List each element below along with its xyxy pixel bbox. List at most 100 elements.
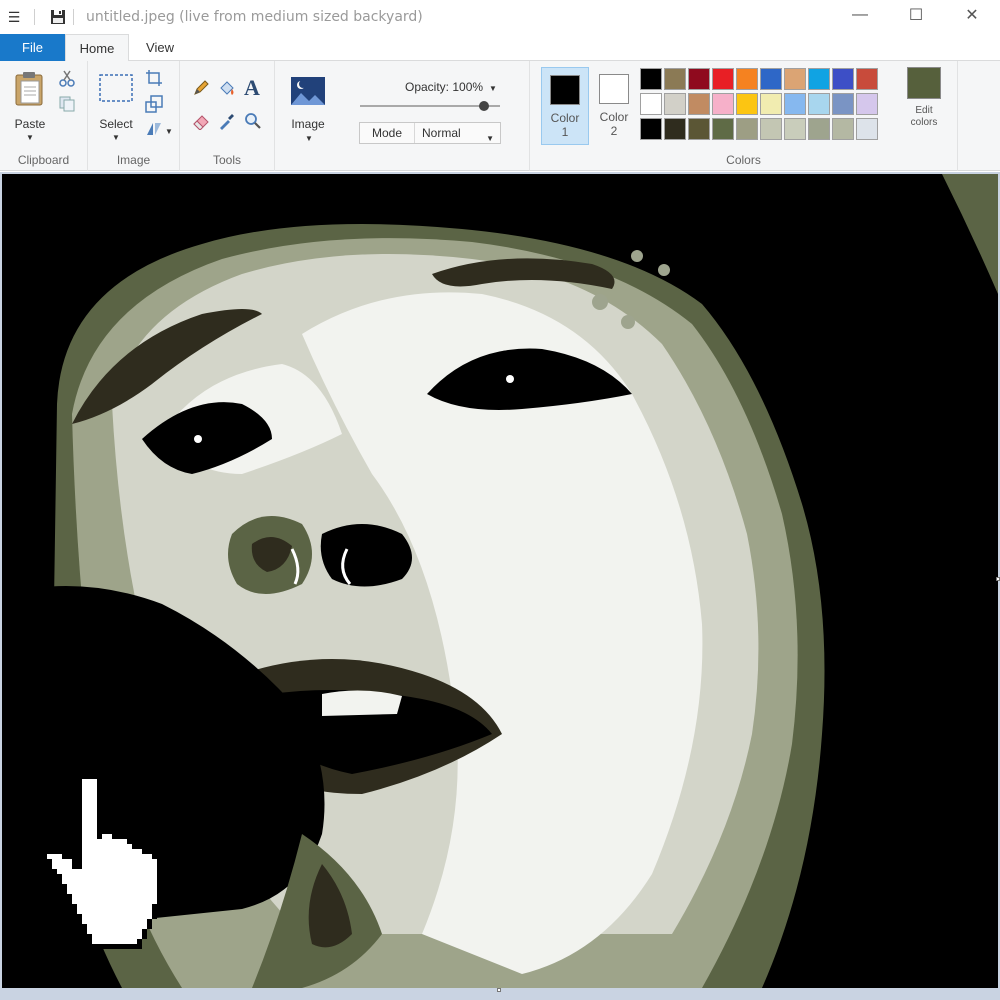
tools-group: A Tools xyxy=(180,61,275,171)
color-2-swatch xyxy=(599,74,629,104)
palette-swatch[interactable] xyxy=(808,93,830,115)
close-button[interactable]: ✕ xyxy=(944,0,1000,30)
eraser-icon[interactable] xyxy=(192,112,210,130)
title-bar: ☰ untitled.jpeg (live from medium sized … xyxy=(0,0,1000,34)
palette-swatch[interactable] xyxy=(664,93,686,115)
magnifier-icon[interactable] xyxy=(244,112,262,130)
maximize-button[interactable]: ☐ xyxy=(888,0,944,30)
title-separator xyxy=(73,9,74,25)
palette-swatch[interactable] xyxy=(832,93,854,115)
palette-swatch[interactable] xyxy=(832,118,854,140)
blend-mode-select[interactable]: Mode Normal ▼ xyxy=(359,122,501,144)
color-1-button[interactable]: Color 1 xyxy=(541,67,589,145)
colors-group-label: Colors xyxy=(726,153,761,167)
tab-view[interactable]: View xyxy=(131,34,189,61)
palette-swatch[interactable] xyxy=(808,68,830,90)
chevron-down-icon: ▼ xyxy=(26,133,34,142)
color-1-number: 1 xyxy=(561,125,569,139)
palette-swatch[interactable] xyxy=(760,68,782,90)
opacity-label: Opacity: 100% xyxy=(405,80,484,94)
image-button-label: Image xyxy=(291,117,325,131)
chevron-down-icon[interactable]: ▼ xyxy=(165,127,173,136)
copy-icon[interactable] xyxy=(58,95,76,113)
palette-swatch[interactable] xyxy=(688,93,710,115)
title-separator xyxy=(34,9,35,25)
fill-icon[interactable] xyxy=(218,79,236,97)
image-icon xyxy=(291,77,325,105)
palette-swatch[interactable] xyxy=(688,68,710,90)
clipboard-group-label: Clipboard xyxy=(17,153,70,167)
window-title: untitled.jpeg (live from medium sized ba… xyxy=(86,9,423,25)
select-label: Select xyxy=(99,117,133,131)
canvas-resize-handle[interactable] xyxy=(497,988,501,992)
chevron-down-icon[interactable]: ▼ xyxy=(489,84,497,93)
colors-group: Color 1 Color 2 Edit colors Colors xyxy=(530,61,958,171)
crop-icon[interactable] xyxy=(145,69,163,87)
tab-file[interactable]: File xyxy=(0,34,65,61)
select-button[interactable]: Select ▼ xyxy=(96,67,136,145)
palette-swatch[interactable] xyxy=(640,93,662,115)
palette-swatch[interactable] xyxy=(712,118,734,140)
palette-swatch[interactable] xyxy=(736,118,758,140)
pencil-icon[interactable] xyxy=(192,79,210,97)
hamburger-icon[interactable]: ☰ xyxy=(0,9,28,26)
image-button-group: Image ▼ xyxy=(275,61,345,171)
text-icon[interactable]: A xyxy=(244,75,260,101)
edit-colors-label-1: Edit xyxy=(915,105,933,116)
rotate-icon[interactable] xyxy=(145,119,163,137)
minimize-button[interactable]: — xyxy=(832,0,888,30)
palette-swatch[interactable] xyxy=(856,93,878,115)
palette-swatch[interactable] xyxy=(856,68,878,90)
palette-swatch[interactable] xyxy=(664,68,686,90)
color-picker-icon[interactable] xyxy=(218,112,236,130)
palette-swatch[interactable] xyxy=(688,118,710,140)
mode-value: Normal ▼ xyxy=(415,123,500,143)
paste-button[interactable]: Paste ▼ xyxy=(8,67,52,145)
palette-swatch[interactable] xyxy=(736,93,758,115)
palette-swatch[interactable] xyxy=(808,118,830,140)
resize-icon[interactable] xyxy=(145,95,163,113)
mode-label: Mode xyxy=(360,123,415,143)
paste-icon xyxy=(15,72,43,106)
palette-swatch[interactable] xyxy=(760,118,782,140)
palette-swatch[interactable] xyxy=(640,68,662,90)
image-button[interactable]: Image ▼ xyxy=(283,71,333,145)
edit-colors-label-2: colors xyxy=(910,117,938,128)
canvas-workspace xyxy=(0,172,1000,1000)
canvas-resize-handle[interactable] xyxy=(996,577,1000,581)
window-controls: — ☐ ✕ xyxy=(832,0,1000,34)
palette-swatch[interactable] xyxy=(640,118,662,140)
color-1-swatch xyxy=(550,75,580,105)
hand-cursor-icon xyxy=(42,774,162,949)
color-2-number: 2 xyxy=(610,124,618,138)
edit-colors-button[interactable]: Edit colors xyxy=(902,67,946,129)
palette-swatch[interactable] xyxy=(784,118,806,140)
ribbon-tabs: File Home View xyxy=(0,34,1000,62)
palette-swatch[interactable] xyxy=(736,68,758,90)
select-icon xyxy=(99,74,133,102)
edit-colors-swatch xyxy=(907,67,941,99)
chevron-down-icon: ▼ xyxy=(305,134,313,143)
palette-swatch[interactable] xyxy=(760,93,782,115)
opacity-slider-thumb[interactable] xyxy=(479,101,489,111)
paste-label: Paste xyxy=(14,117,46,131)
palette-swatch[interactable] xyxy=(712,68,734,90)
palette-swatch[interactable] xyxy=(832,68,854,90)
cut-icon[interactable] xyxy=(58,69,76,87)
chevron-down-icon: ▼ xyxy=(486,134,494,143)
tab-home[interactable]: Home xyxy=(65,34,129,62)
ribbon: Paste ▼ Clipboard Select ▼ ▼ Image A Too… xyxy=(0,61,1000,171)
palette-swatch[interactable] xyxy=(856,118,878,140)
image-group: Select ▼ ▼ Image xyxy=(88,61,180,171)
color-palette xyxy=(640,68,878,140)
palette-swatch[interactable] xyxy=(784,93,806,115)
palette-swatch[interactable] xyxy=(784,68,806,90)
palette-swatch[interactable] xyxy=(664,118,686,140)
save-icon[interactable] xyxy=(49,8,67,26)
palette-swatch[interactable] xyxy=(712,93,734,115)
clipboard-group: Paste ▼ Clipboard xyxy=(0,61,88,171)
color-2-button[interactable]: Color 2 xyxy=(590,67,638,145)
image-group-label: Image xyxy=(116,153,151,167)
color-2-label: Color xyxy=(599,110,629,124)
drawing-canvas[interactable] xyxy=(2,174,998,988)
